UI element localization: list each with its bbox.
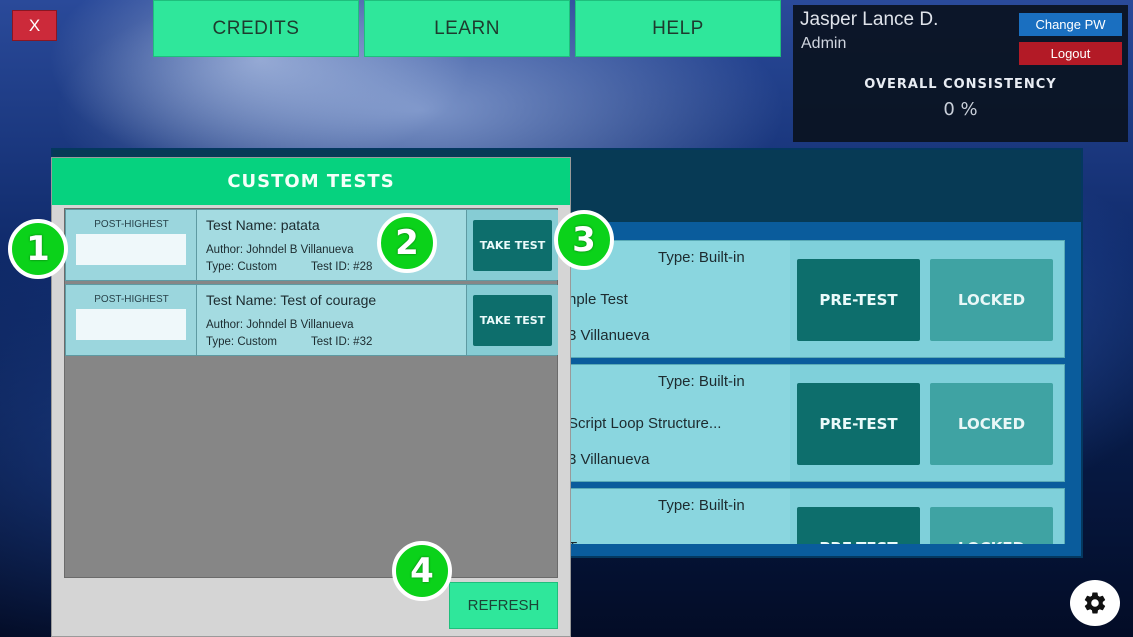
- builtin-test-author: 3 Villanueva: [568, 451, 650, 468]
- consistency-value: 0 %: [943, 99, 978, 120]
- custom-test-action: TAKE TEST: [466, 285, 558, 355]
- pre-test-button[interactable]: PRE-TEST: [797, 383, 920, 465]
- close-button[interactable]: X: [12, 10, 57, 41]
- user-name: Jasper Lance D.: [800, 9, 939, 30]
- builtin-test-info: Type: Built-in Te: [554, 489, 790, 544]
- logout-button[interactable]: Logout: [1019, 42, 1122, 65]
- score-box: POST-HIGHEST: [66, 210, 197, 280]
- step-badge-3: 3: [554, 210, 614, 270]
- settings-button[interactable]: [1070, 580, 1120, 626]
- builtin-test-info: Type: Built-in Script Loop Structure... …: [554, 365, 790, 481]
- builtin-test-type: Type: Built-in: [658, 373, 745, 390]
- consistency-label: OVERALL CONSISTENCY: [864, 77, 1057, 92]
- builtin-test-row: Type: Built-in Script Loop Structure... …: [553, 364, 1065, 482]
- change-password-button[interactable]: Change PW: [1019, 13, 1122, 36]
- custom-test-row: POST-HIGHEST Test Name: Test of courage …: [65, 284, 558, 356]
- builtin-test-type: Type: Built-in: [658, 249, 745, 266]
- locked-button: LOCKED: [930, 507, 1053, 544]
- score-box: POST-HIGHEST: [66, 285, 197, 355]
- builtin-test-title: Script Loop Structure...: [568, 415, 722, 432]
- test-author: Author: Johndel B Villanueva: [206, 244, 354, 256]
- builtin-test-row: Type: Built-in Te PRE-TEST LOCKED: [553, 488, 1065, 544]
- gear-icon: [1082, 590, 1108, 616]
- custom-test-list[interactable]: POST-HIGHEST Test Name: patata Author: J…: [64, 208, 558, 578]
- score-field: [76, 309, 186, 340]
- test-author: Author: Johndel B Villanueva: [206, 319, 354, 331]
- custom-test-action: TAKE TEST: [466, 210, 558, 280]
- builtin-test-list[interactable]: Type: Built-in nple Test 3 Villanueva PR…: [553, 240, 1067, 544]
- builtin-test-type: Type: Built-in: [658, 497, 745, 514]
- test-id: Test ID: #28: [311, 261, 373, 273]
- test-name: Test Name: patata: [206, 217, 320, 233]
- custom-tests-panel: CUSTOM TESTS POST-HIGHEST Test Name: pat…: [51, 157, 571, 637]
- learn-button[interactable]: LEARN: [364, 0, 570, 57]
- locked-button: LOCKED: [930, 259, 1053, 341]
- score-field: [76, 234, 186, 265]
- locked-button: LOCKED: [930, 383, 1053, 465]
- user-role: Admin: [801, 35, 847, 52]
- take-test-button[interactable]: TAKE TEST: [473, 220, 552, 271]
- test-name: Test Name: Test of courage: [206, 292, 377, 308]
- credits-button[interactable]: CREDITS: [153, 0, 359, 57]
- builtin-test-title: nple Test: [568, 291, 628, 308]
- step-badge-2: 2: [377, 213, 437, 273]
- step-badge-1: 1: [8, 219, 68, 279]
- pre-test-button[interactable]: PRE-TEST: [797, 259, 920, 341]
- score-label: POST-HIGHEST: [94, 294, 169, 305]
- help-button[interactable]: HELP: [575, 0, 781, 57]
- custom-test-info: Test Name: Test of courage Author: Johnd…: [197, 285, 466, 355]
- pre-test-button[interactable]: PRE-TEST: [797, 507, 920, 544]
- test-id: Test ID: #32: [311, 336, 373, 348]
- user-panel: Jasper Lance D. Admin Change PW Logout O…: [793, 5, 1128, 142]
- builtin-test-row: Type: Built-in nple Test 3 Villanueva PR…: [553, 240, 1065, 358]
- step-badge-4: 4: [392, 541, 452, 601]
- custom-tests-header: CUSTOM TESTS: [52, 158, 570, 205]
- test-type: Type: Custom: [206, 261, 277, 273]
- custom-test-row: POST-HIGHEST Test Name: patata Author: J…: [65, 209, 558, 281]
- refresh-button[interactable]: REFRESH: [449, 582, 558, 629]
- builtin-test-author: 3 Villanueva: [568, 327, 650, 344]
- take-test-button[interactable]: TAKE TEST: [473, 295, 552, 346]
- score-label: POST-HIGHEST: [94, 219, 169, 230]
- test-type: Type: Custom: [206, 336, 277, 348]
